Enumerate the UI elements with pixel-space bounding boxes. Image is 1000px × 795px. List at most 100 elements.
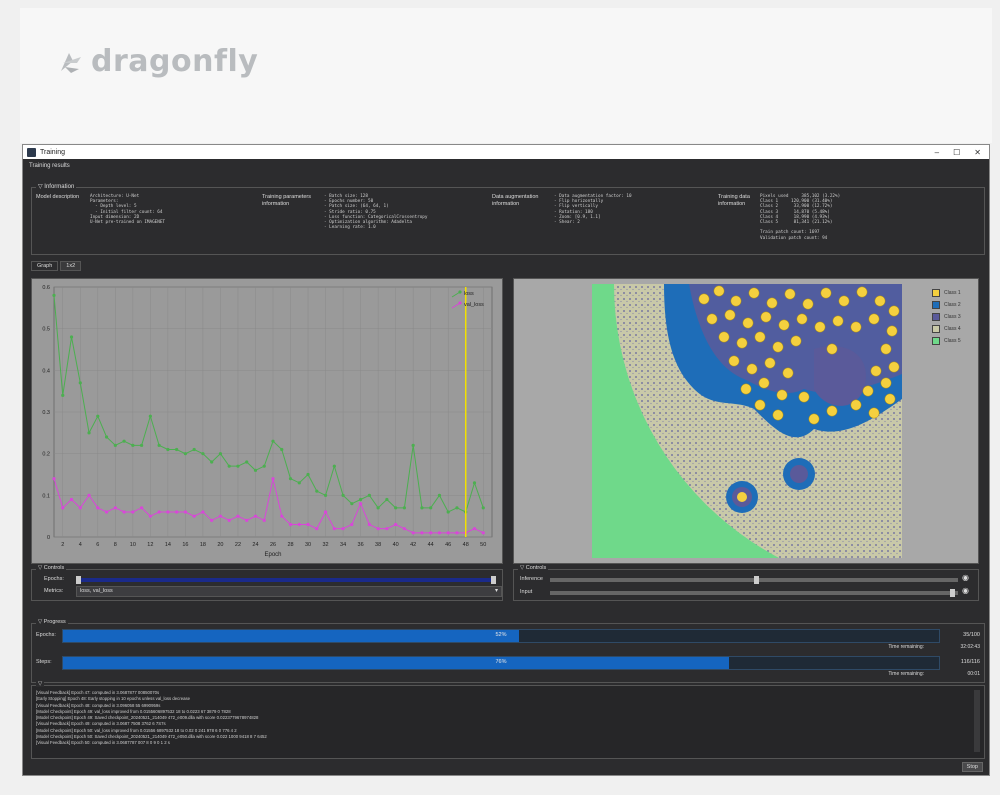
legend-item-class-3[interactable]: Class 3 — [932, 311, 961, 323]
data-point-val_loss — [315, 527, 319, 531]
epochs-range-end-handle[interactable] — [491, 576, 496, 584]
epochs-range-slider[interactable] — [76, 576, 496, 584]
data-point-val_loss — [271, 477, 275, 481]
app-icon — [27, 147, 36, 157]
x-tick-label: 30 — [305, 542, 311, 548]
data-point-loss — [376, 506, 380, 510]
data-point-val_loss — [87, 493, 91, 497]
log-header-toggle[interactable]: ▽ — [36, 681, 45, 687]
class-1-particle — [790, 335, 802, 347]
class-1-particle — [748, 287, 760, 299]
close-button[interactable]: ✕ — [974, 148, 981, 157]
input-visibility-eye-icon[interactable]: ◉ — [962, 586, 969, 595]
minimize-button[interactable]: – — [935, 148, 939, 157]
legend-item-class-2[interactable]: Class 2 — [932, 299, 961, 311]
data-point-loss — [437, 493, 442, 497]
data-point-val_loss — [306, 522, 310, 527]
progress-header-label: Progress — [43, 619, 66, 625]
class-2-swatch — [932, 301, 940, 309]
data-point-loss — [297, 481, 301, 485]
training-window: Training – ☐ ✕ Training results ▽ Inform… — [22, 144, 990, 776]
input-opacity-slider[interactable] — [550, 589, 958, 597]
epochs-progress-label: Epochs: — [36, 632, 56, 638]
information-group: ▽ Information Model description Architec… — [31, 183, 985, 255]
x-tick-label: 6 — [96, 542, 99, 548]
data-point-loss — [385, 497, 389, 502]
class-1-particle — [886, 325, 898, 337]
x-tick-label: 44 — [428, 542, 434, 548]
tab-1x2[interactable]: 1x2 — [60, 261, 82, 271]
class-1-particle — [724, 309, 736, 321]
class-5-swatch — [932, 337, 940, 345]
class-1-particle — [880, 343, 892, 355]
x-tick-label: 16 — [182, 542, 188, 548]
class-1-particle — [764, 357, 776, 369]
data-point-loss — [429, 506, 433, 510]
data-point-val_loss — [192, 514, 196, 518]
class-1-particle — [706, 313, 718, 325]
image-controls-header-label: Controls — [525, 565, 547, 571]
data-point-loss — [394, 506, 398, 510]
data-point-loss — [323, 493, 328, 497]
tab-graph[interactable]: Graph — [31, 261, 59, 271]
y-tick-label: 0.5 — [42, 327, 50, 333]
class-1-particle — [880, 377, 892, 389]
progress-group: ▽ Progress Epochs: 52% 35/100 Time remai… — [31, 619, 985, 683]
data-point-loss — [271, 439, 275, 443]
data-point-loss — [87, 431, 91, 435]
x-tick-label: 22 — [235, 542, 241, 548]
stop-button[interactable]: Stop — [961, 762, 983, 772]
data-point-loss — [332, 464, 336, 468]
data-point-loss — [306, 472, 310, 477]
data-point-loss — [140, 443, 144, 447]
class-1-particle — [820, 287, 832, 299]
information-header[interactable]: ▽ Information — [36, 183, 77, 190]
data-point-val_loss — [157, 510, 161, 514]
chart-controls-header[interactable]: ▽ Controls — [36, 565, 67, 571]
data-point-val_loss — [437, 531, 442, 535]
epochs-count: 35/100 — [963, 632, 980, 638]
legend-label: Class 3 — [944, 314, 961, 320]
epochs-range-start-handle[interactable] — [76, 576, 81, 584]
class-1-particle — [802, 298, 814, 310]
steps-time-remaining: 00:01 — [967, 671, 980, 677]
y-tick-label: 0 — [47, 535, 50, 541]
maximize-button[interactable]: ☐ — [953, 148, 960, 157]
image-controls-header[interactable]: ▽ Controls — [518, 565, 549, 571]
data-point-val_loss — [341, 527, 345, 531]
inference-slider-handle[interactable] — [754, 576, 759, 584]
data-point-loss — [280, 447, 284, 452]
metrics-select[interactable]: loss, val_loss ▾ — [76, 586, 502, 597]
class-1-particle — [713, 285, 725, 297]
data-point-loss — [131, 443, 135, 447]
training-log[interactable]: ▽ [Visual Feedback] Epoch 47: computed i… — [31, 681, 985, 759]
legend-item-class-4[interactable]: Class 4 — [932, 323, 961, 335]
x-tick-label: 42 — [410, 542, 416, 548]
class-1-particle — [736, 337, 748, 349]
chart-controls-header-label: Controls — [43, 565, 65, 571]
steps-count: 116/116 — [960, 659, 980, 665]
input-slider-handle[interactable] — [950, 589, 955, 597]
data-point-loss — [69, 335, 74, 339]
legend-item-class-1[interactable]: Class 1 — [932, 287, 961, 299]
data-point-loss — [227, 464, 231, 468]
data-point-val_loss — [148, 514, 152, 518]
data-point-loss — [341, 493, 345, 497]
data-point-loss — [183, 452, 187, 456]
class-1-particle — [784, 288, 796, 300]
data-point-val_loss — [288, 522, 293, 527]
inference-opacity-slider[interactable] — [550, 576, 958, 584]
class-1-particle — [766, 297, 778, 309]
log-scrollbar[interactable] — [974, 690, 980, 752]
data-point-loss — [61, 393, 65, 397]
data-point-val_loss — [455, 531, 459, 535]
x-tick-label: 34 — [340, 542, 346, 548]
class-1-particle — [772, 409, 784, 421]
image-controls-group: ▽ Controls Inference ◉ Input ◉ — [513, 565, 979, 601]
data-point-loss — [122, 439, 126, 443]
data-point-val_loss — [122, 510, 126, 514]
inference-visibility-eye-icon[interactable]: ◉ — [962, 573, 969, 582]
x-tick-label: 26 — [270, 542, 276, 548]
progress-header[interactable]: ▽ Progress — [36, 619, 68, 625]
legend-item-class-5[interactable]: Class 5 — [932, 335, 961, 347]
